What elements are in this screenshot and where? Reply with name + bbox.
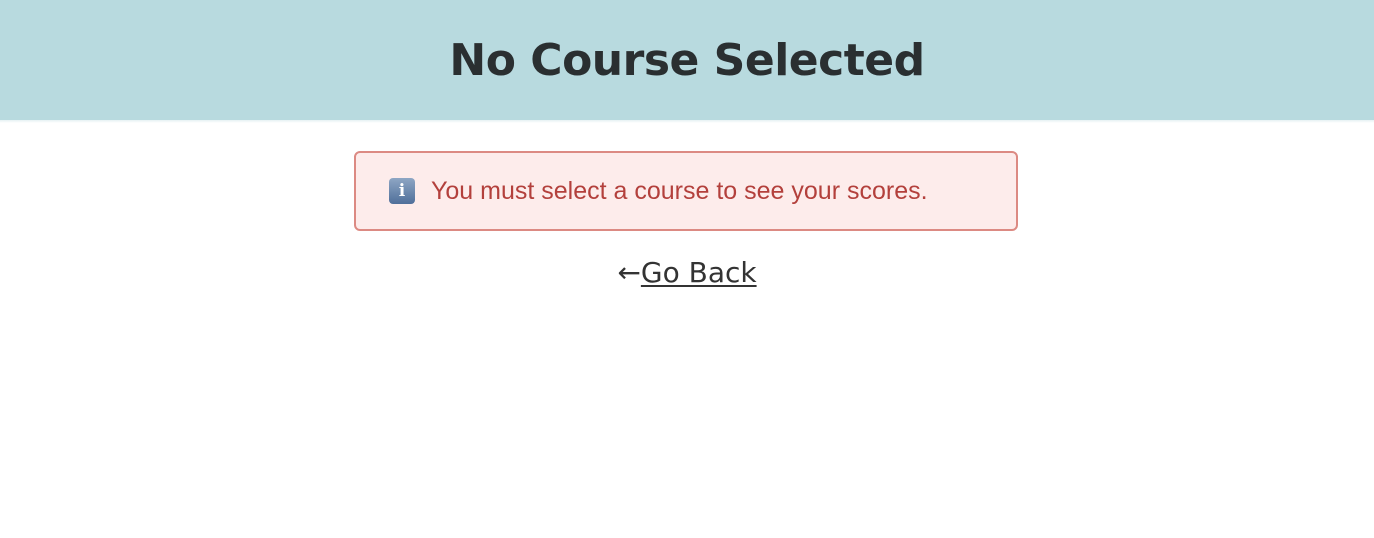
go-back-container: ←Go Back — [0, 256, 1374, 289]
header-divider — [0, 120, 1374, 123]
back-arrow-icon: ← — [617, 256, 641, 289]
alert-text: You must select a course to see your sco… — [431, 176, 928, 205]
go-back-link[interactable]: ←Go Back — [617, 256, 756, 289]
info-icon: i — [389, 178, 415, 204]
page-title: No Course Selected — [449, 34, 925, 86]
go-back-label: Go Back — [640, 256, 757, 289]
info-icon-glyph: i — [398, 180, 406, 201]
alert-message-box: i You must select a course to see your s… — [354, 151, 1018, 231]
page-header: No Course Selected — [0, 0, 1374, 120]
